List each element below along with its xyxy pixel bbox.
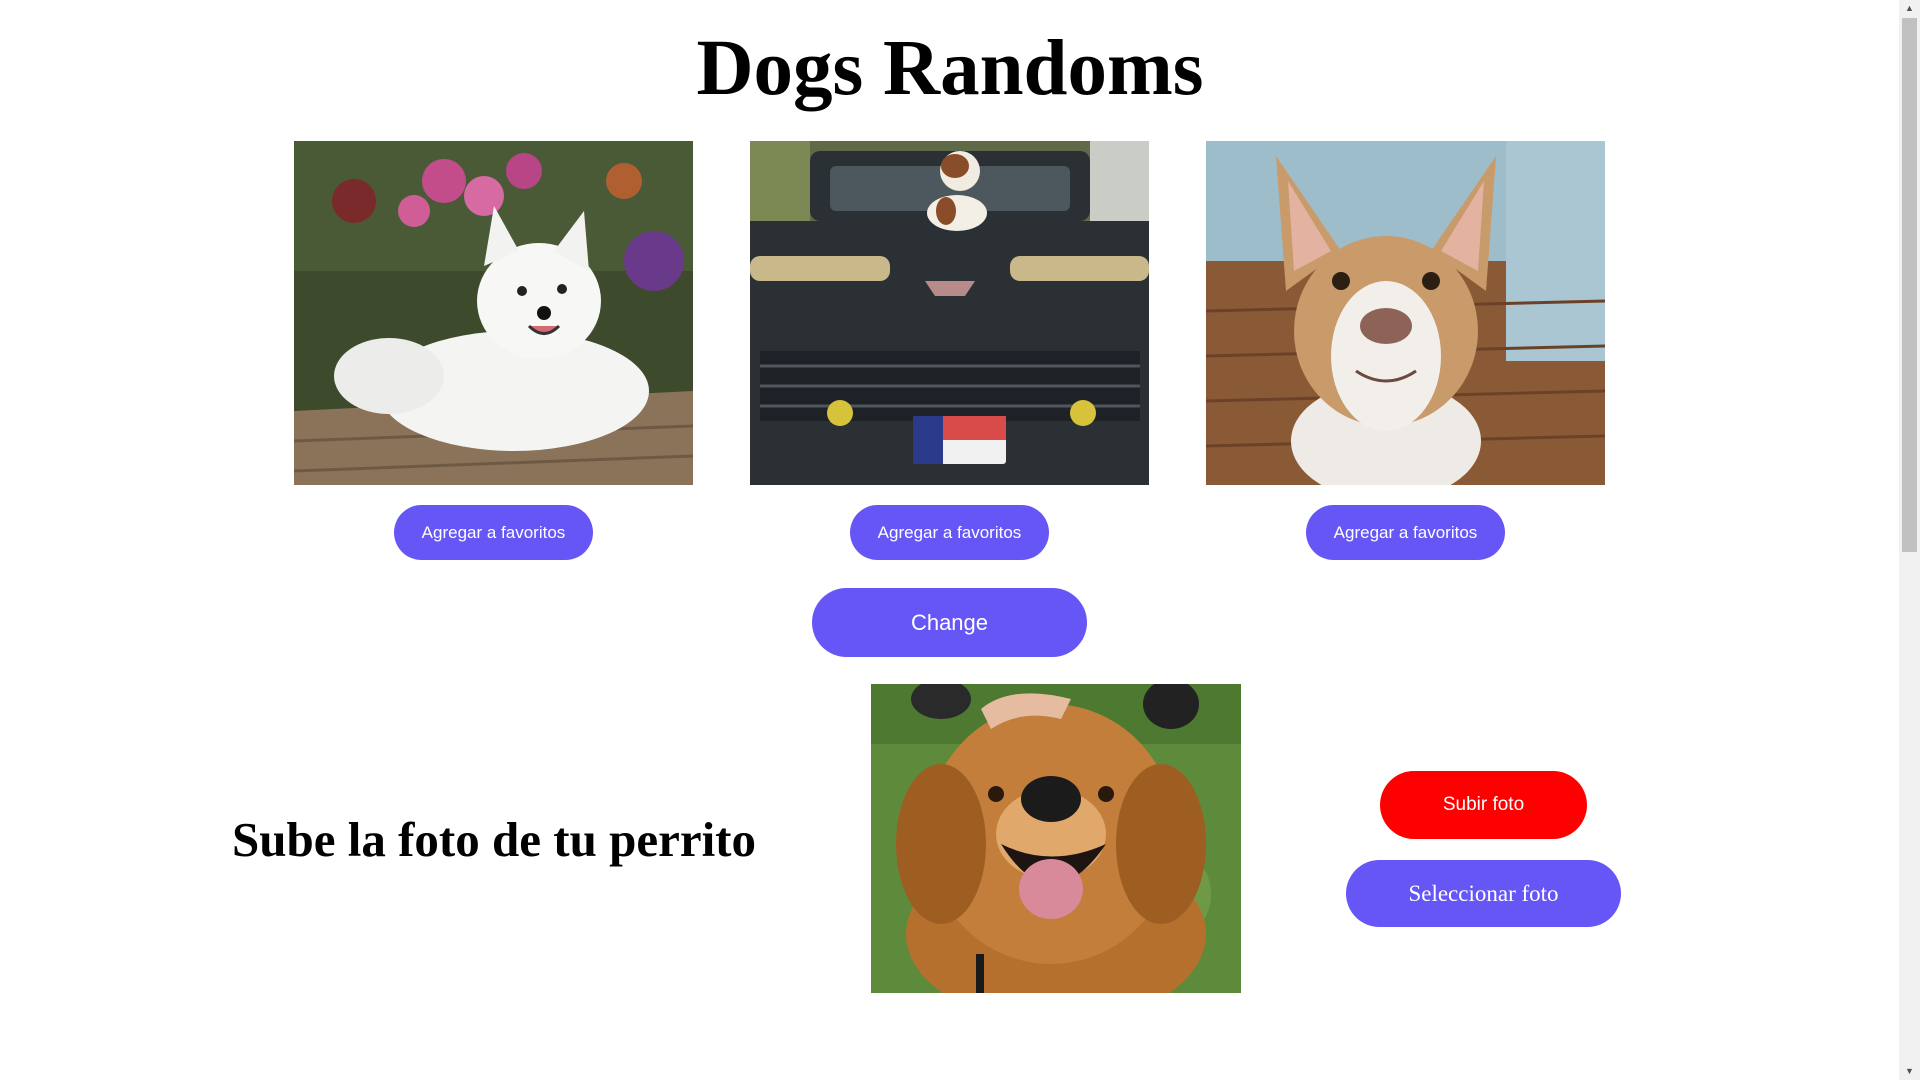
add-favorite-button-3[interactable]: Agregar a favoritos <box>1306 505 1505 560</box>
page: Dogs Randoms Agregar a favoritos Agregar… <box>0 0 1920 1080</box>
upload-heading: Sube la foto de tu perrito <box>232 812 756 867</box>
upload-photo-button[interactable]: Subir foto <box>1380 771 1587 839</box>
scroll-up-arrow-icon[interactable]: ▲ <box>1899 0 1920 17</box>
dog-image-3 <box>1206 141 1605 485</box>
upload-preview-image <box>871 684 1241 993</box>
scroll-down-arrow-icon[interactable]: ▼ <box>1899 1063 1920 1080</box>
change-button[interactable]: Change <box>812 588 1087 657</box>
add-favorite-button-2[interactable]: Agregar a favoritos <box>850 505 1049 560</box>
dog-image-1 <box>294 141 693 485</box>
vertical-scrollbar[interactable]: ▲ ▼ <box>1899 0 1920 1080</box>
dog-image-2 <box>750 141 1149 485</box>
scrollbar-thumb[interactable] <box>1902 18 1917 552</box>
add-favorite-button-1[interactable]: Agregar a favoritos <box>394 505 593 560</box>
page-title: Dogs Randoms <box>696 25 1204 112</box>
select-photo-button[interactable]: Seleccionar foto <box>1346 860 1621 927</box>
